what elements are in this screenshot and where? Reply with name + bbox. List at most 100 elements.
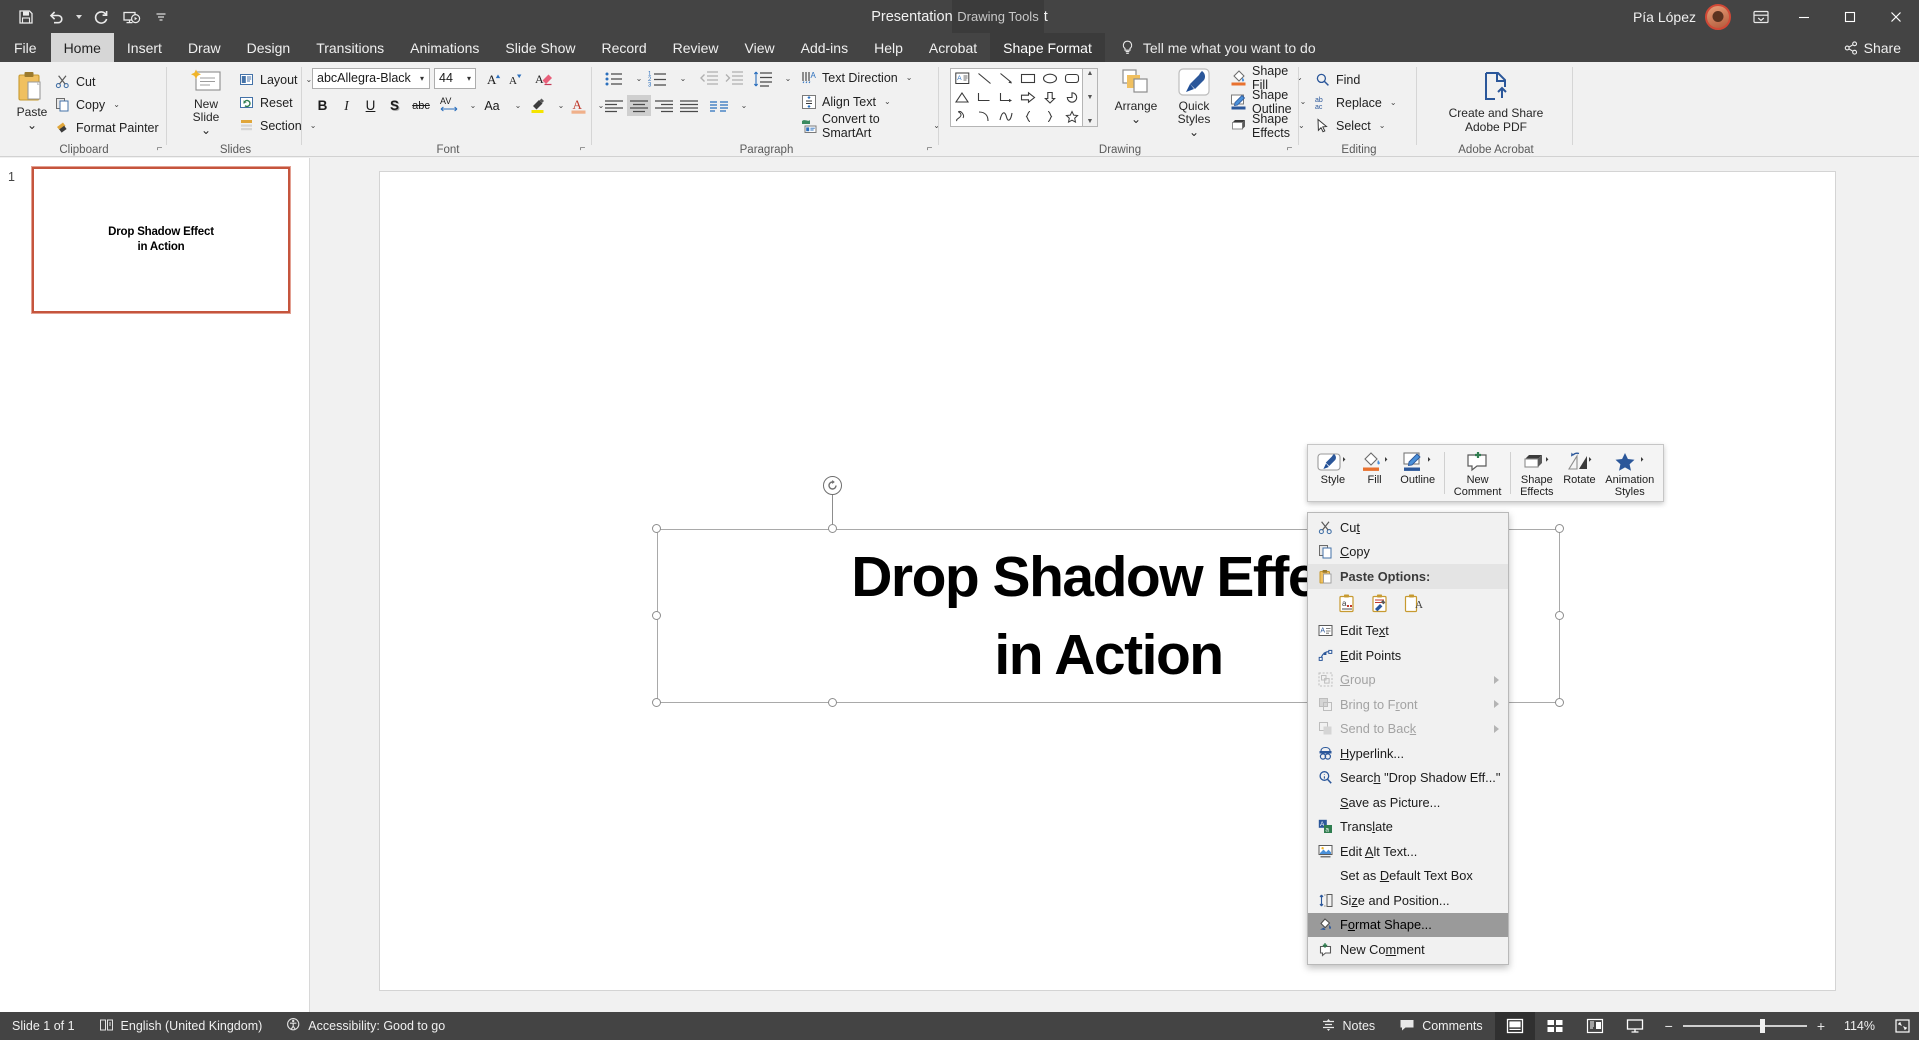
- paste-use-destination-theme-icon[interactable]: [1369, 592, 1392, 615]
- view-slide-sorter-button[interactable]: [1535, 1012, 1575, 1040]
- tab-add-ins[interactable]: Add-ins: [788, 33, 861, 62]
- bullets-button[interactable]: [602, 68, 626, 89]
- zoom-slider[interactable]: − + 114%: [1655, 1018, 1885, 1034]
- line-spacing-button[interactable]: [751, 68, 775, 89]
- mini-shape-effects-button[interactable]: Shape Effects: [1515, 448, 1558, 498]
- chevron-down-icon[interactable]: ⌄: [884, 97, 891, 106]
- shape-elbow-arrow-icon[interactable]: [995, 88, 1017, 107]
- resize-handle-sw[interactable]: [652, 698, 661, 707]
- tab-transitions[interactable]: Transitions: [303, 33, 397, 62]
- numbering-button[interactable]: 123: [646, 68, 670, 89]
- mini-fill-button[interactable]: Fill: [1354, 448, 1396, 498]
- context-menu-item-size-and-position[interactable]: Size and Position...: [1308, 888, 1508, 913]
- fit-to-window-button[interactable]: [1885, 1012, 1919, 1040]
- undo-icon[interactable]: [42, 4, 70, 30]
- context-menu[interactable]: Cut Copy Paste Options: a A: [1307, 512, 1509, 965]
- tab-slide-show[interactable]: Slide Show: [492, 33, 588, 62]
- slide-count[interactable]: Slide 1 of 1: [0, 1012, 87, 1040]
- find-button[interactable]: Find: [1314, 70, 1360, 89]
- scroll-down-icon[interactable]: ▼: [1087, 94, 1094, 101]
- context-menu-item-edit-alt-text[interactable]: Edit Alt Text...: [1308, 839, 1508, 864]
- replace-button[interactable]: abac Replace ⌄: [1314, 93, 1397, 112]
- italic-button[interactable]: I: [336, 95, 357, 116]
- chevron-down-icon[interactable]: ⌄: [27, 119, 37, 132]
- share-button[interactable]: Share: [1834, 33, 1911, 62]
- resize-handle-nw[interactable]: [652, 524, 661, 533]
- restore-button[interactable]: [1827, 0, 1873, 33]
- character-spacing-button[interactable]: AV: [437, 93, 461, 114]
- avatar[interactable]: [1705, 4, 1731, 30]
- mini-rotate-button[interactable]: Rotate: [1558, 448, 1600, 498]
- bullets-dropdown[interactable]: ⌄: [627, 68, 648, 89]
- context-menu-item-translate[interactable]: Aa Translate: [1308, 815, 1508, 840]
- shape-rectangle-icon[interactable]: [1017, 69, 1039, 88]
- chevron-down-icon[interactable]: ⌄: [906, 73, 913, 82]
- increase-indent-button[interactable]: [722, 68, 746, 89]
- increase-font-size-button[interactable]: A: [483, 68, 504, 89]
- mini-new-comment-button[interactable]: New Comment: [1449, 448, 1506, 498]
- resize-handle-e[interactable]: [1555, 611, 1564, 620]
- customize-qat-icon[interactable]: [147, 4, 175, 30]
- bold-button[interactable]: B: [312, 95, 333, 116]
- zoom-in-button[interactable]: +: [1817, 1018, 1825, 1034]
- shape-effects-button[interactable]: Shape Effects ⌄: [1230, 116, 1305, 135]
- paste-options-row[interactable]: a A: [1308, 589, 1508, 619]
- close-button[interactable]: [1873, 0, 1919, 33]
- align-left-button[interactable]: [602, 95, 626, 116]
- tab-review[interactable]: Review: [660, 33, 732, 62]
- format-painter-button[interactable]: Format Painter: [54, 118, 159, 137]
- ribbon-display-options-icon[interactable]: [1741, 0, 1781, 33]
- zoom-thumb[interactable]: [1760, 1019, 1765, 1033]
- text-shadow-button[interactable]: S: [384, 95, 405, 116]
- zoom-level[interactable]: 114%: [1835, 1019, 1875, 1033]
- underline-button[interactable]: U: [360, 95, 381, 116]
- tab-draw[interactable]: Draw: [175, 33, 234, 62]
- clear-formatting-button[interactable]: A: [531, 68, 555, 89]
- shape-down-arrow-icon[interactable]: [1039, 88, 1061, 107]
- tab-view[interactable]: View: [732, 33, 788, 62]
- font-color-button[interactable]: A: [567, 95, 589, 116]
- resize-handle-n[interactable]: [828, 524, 837, 533]
- slide-thumbnail-pane[interactable]: 1 Drop Shadow Effect in Action: [0, 158, 310, 1012]
- shape-fill-button[interactable]: Shape Fill ⌄: [1230, 68, 1303, 87]
- shape-right-arrow-icon[interactable]: [1017, 88, 1039, 107]
- context-menu-item-copy[interactable]: Copy: [1308, 540, 1508, 565]
- tab-acrobat[interactable]: Acrobat: [916, 33, 990, 62]
- numbering-dropdown[interactable]: ⌄: [671, 68, 692, 89]
- cut-button[interactable]: Cut: [54, 72, 95, 91]
- clipboard-dialog-launcher[interactable]: ⌐: [153, 142, 166, 155]
- align-center-button[interactable]: [627, 95, 651, 116]
- paragraph-dialog-launcher[interactable]: ⌐: [923, 142, 936, 155]
- slide-surface[interactable]: Drop Shadow Effect in Action: [380, 172, 1835, 990]
- paste-keep-text-only-icon[interactable]: A: [1402, 592, 1425, 615]
- user-account[interactable]: Pía López: [1633, 4, 1731, 30]
- text-highlight-button[interactable]: [527, 95, 549, 116]
- shape-pie-icon[interactable]: [1061, 88, 1083, 107]
- drawing-dialog-launcher[interactable]: ⌐: [1283, 142, 1296, 155]
- context-menu-item-edit-points[interactable]: Edit Points: [1308, 643, 1508, 668]
- text-direction-button[interactable]: A Text Direction ⌄: [800, 68, 912, 87]
- undo-dropdown-icon[interactable]: [72, 4, 85, 30]
- chevron-down-icon[interactable]: ⌄: [113, 100, 120, 109]
- shape-arc-icon[interactable]: [973, 107, 995, 126]
- columns-dropdown[interactable]: ⌄: [732, 95, 753, 116]
- strikethrough-button[interactable]: abc: [408, 95, 434, 116]
- context-menu-item-edit-text[interactable]: A Edit Text: [1308, 619, 1508, 644]
- font-dialog-launcher[interactable]: ⌐: [576, 142, 589, 155]
- tab-home[interactable]: Home: [51, 33, 114, 62]
- context-menu-item-format-shape[interactable]: Format Shape...: [1308, 913, 1508, 938]
- tab-record[interactable]: Record: [588, 33, 659, 62]
- view-slideshow-button[interactable]: [1615, 1012, 1655, 1040]
- shape-elbow-connector-icon[interactable]: [973, 88, 995, 107]
- slide-thumbnail-1[interactable]: Drop Shadow Effect in Action: [32, 167, 290, 313]
- justify-button[interactable]: [677, 95, 701, 116]
- redo-icon[interactable]: [87, 4, 115, 30]
- start-slideshow-icon[interactable]: [117, 4, 145, 30]
- view-reading-button[interactable]: [1575, 1012, 1615, 1040]
- mini-outline-button[interactable]: Outline: [1395, 448, 1440, 498]
- scroll-up-icon[interactable]: ▲: [1087, 70, 1094, 77]
- tell-me-search[interactable]: Tell me what you want to do: [1105, 33, 1328, 62]
- zoom-track[interactable]: [1683, 1025, 1807, 1027]
- quick-styles-button[interactable]: Quick Styles ⌄: [1165, 66, 1223, 139]
- reset-button[interactable]: Reset: [238, 93, 293, 112]
